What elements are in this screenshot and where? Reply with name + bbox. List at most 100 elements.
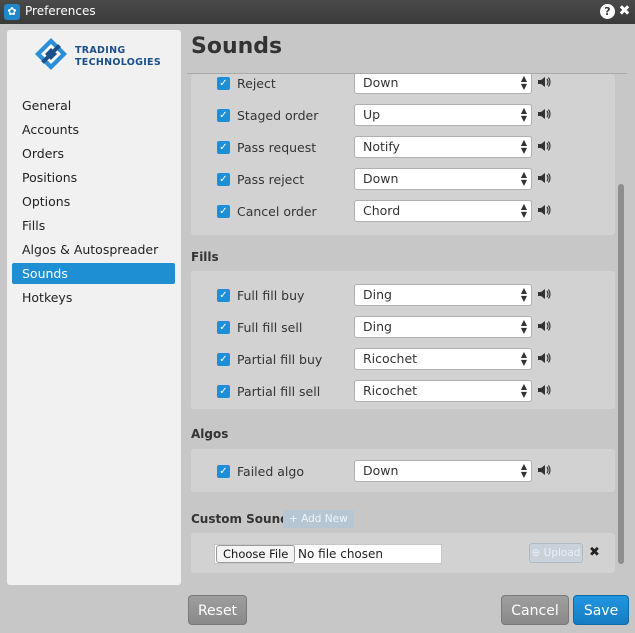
row-label: Staged order [237, 108, 319, 123]
checkbox-pass-request[interactable]: ✓ [217, 141, 230, 154]
row-label: Pass request [237, 140, 317, 155]
checkbox-full-fill-buy[interactable]: ✓ [217, 289, 230, 302]
sidebar-item-sounds[interactable]: Sounds [12, 263, 175, 284]
sound-row: ✓ Failed algo Down ▲ ▼ [191, 460, 615, 488]
title-bar: ✿ Preferences ? ✖ [0, 0, 635, 24]
help-icon[interactable]: ? [600, 4, 615, 19]
logo-mark-icon [35, 38, 67, 70]
sound-row: ✓ Staged order Up ▲ ▼ [191, 104, 615, 132]
row-label: Pass reject [237, 172, 305, 187]
reset-button[interactable]: Reset [188, 595, 247, 625]
sound-select-partial-fill-sell[interactable]: Ricochet ▲ ▼ [354, 380, 532, 402]
section-heading-fills: Fills [191, 250, 219, 264]
sound-select-full-fill-buy[interactable]: Ding ▲ ▼ [354, 284, 532, 306]
sound-select-full-fill-sell[interactable]: Ding ▲ ▼ [354, 316, 532, 338]
logo-line2: TECHNOLOGIES [75, 57, 161, 68]
sound-select-cancel-order[interactable]: Chord ▲ ▼ [354, 200, 532, 222]
preferences-window: ✿ Preferences ? ✖ TRADING TECHNOLOGIES G… [0, 0, 635, 633]
sound-row: ✓ Pass request Notify ▲ ▼ [191, 136, 615, 164]
speaker-icon[interactable] [537, 171, 551, 185]
cancel-button[interactable]: Cancel [501, 595, 569, 625]
sidebar-item-algos-autospreader[interactable]: Algos & Autospreader [12, 239, 175, 260]
checkbox-partial-fill-buy[interactable]: ✓ [217, 353, 230, 366]
choose-file-button[interactable]: Choose File [216, 545, 296, 563]
trading-technologies-logo: TRADING TECHNOLOGIES [33, 36, 163, 72]
orders-sound-group: ✓ Reject Down ▲ ▼ ✓ Staged order Up ▲ ▼ ✓ Pa… [191, 74, 615, 235]
checkbox-full-fill-sell[interactable]: ✓ [217, 321, 230, 334]
sound-select-staged-order[interactable]: Up ▲ ▼ [354, 104, 532, 126]
section-heading-custom-sounds: Custom Sounds [191, 512, 296, 526]
save-button[interactable]: Save [573, 595, 629, 625]
select-arrows-icon: ▲ ▼ [520, 286, 527, 303]
fills-sound-group: ✓ Full fill buy Ding ▲ ▼ ✓ Full fill sell … [191, 271, 615, 409]
speaker-icon[interactable] [537, 203, 551, 217]
checkbox-failed-algo[interactable]: ✓ [217, 465, 230, 478]
sidebar-item-accounts[interactable]: Accounts [12, 119, 175, 140]
algos-sound-group: ✓ Failed algo Down ▲ ▼ [191, 449, 615, 492]
scrollbar-thumb[interactable] [618, 184, 624, 564]
row-label: Full fill sell [237, 320, 303, 335]
sounds-scroll-area[interactable]: ✓ Reject Down ▲ ▼ ✓ Staged order Up ▲ ▼ ✓ Pa… [187, 73, 627, 596]
speaker-icon[interactable] [537, 107, 551, 121]
sound-row: ✓ Pass reject Down ▲ ▼ [191, 168, 615, 196]
close-icon[interactable]: ✖ [617, 4, 632, 19]
sound-select-pass-reject[interactable]: Down ▲ ▼ [354, 168, 532, 190]
select-arrows-icon: ▲ ▼ [520, 318, 527, 335]
logo-line1: TRADING [75, 45, 126, 56]
speaker-icon[interactable] [537, 463, 551, 477]
speaker-icon[interactable] [537, 351, 551, 365]
checkbox-cancel-order[interactable]: ✓ [217, 205, 230, 218]
row-label: Failed algo [237, 464, 304, 479]
checkbox-partial-fill-sell[interactable]: ✓ [217, 385, 230, 398]
select-value: Ding [363, 287, 392, 302]
sidebar-item-options[interactable]: Options [12, 191, 175, 212]
sound-select-reject[interactable]: Down ▲ ▼ [354, 74, 532, 94]
sidebar-item-general[interactable]: General [12, 95, 175, 116]
checkbox-reject[interactable]: ✓ [217, 77, 230, 90]
sidebar-item-positions[interactable]: Positions [12, 167, 175, 188]
file-input[interactable]: Choose File No file chosen [214, 544, 442, 564]
select-arrows-icon: ▲ ▼ [520, 202, 527, 219]
window-title: Preferences [25, 4, 96, 18]
speaker-icon[interactable] [537, 319, 551, 333]
speaker-icon[interactable] [537, 139, 551, 153]
checkbox-pass-reject[interactable]: ✓ [217, 173, 230, 186]
select-value: Down [363, 75, 399, 90]
checkbox-staged-order[interactable]: ✓ [217, 109, 230, 122]
main-panel: Sounds ✓ Reject Down ▲ ▼ ✓ Staged order Up… [187, 30, 629, 596]
select-value: Ding [363, 319, 392, 334]
sound-row: ✓ Cancel order Chord ▲ ▼ [191, 200, 615, 228]
sidebar-item-fills[interactable]: Fills [12, 215, 175, 236]
select-arrows-icon: ▲ ▼ [520, 138, 527, 155]
sidebar: TRADING TECHNOLOGIES General Accounts Or… [7, 30, 181, 585]
sound-select-failed-algo[interactable]: Down ▲ ▼ [354, 460, 532, 482]
select-arrows-icon: ▲ ▼ [520, 462, 527, 479]
sound-row: ✓ Partial fill sell Ricochet ▲ ▼ [191, 380, 615, 408]
select-value: Down [363, 463, 399, 478]
row-label: Cancel order [237, 204, 317, 219]
select-arrows-icon: ▲ ▼ [520, 350, 527, 367]
row-label: Full fill buy [237, 288, 305, 303]
select-arrows-icon: ▲ ▼ [520, 106, 527, 123]
sound-row: ✓ Reject Down ▲ ▼ [191, 74, 615, 100]
select-arrows-icon: ▲ ▼ [520, 170, 527, 187]
sound-select-partial-fill-buy[interactable]: Ricochet ▲ ▼ [354, 348, 532, 370]
speaker-icon[interactable] [537, 287, 551, 301]
select-arrows-icon: ▲ ▼ [520, 74, 527, 91]
custom-sounds-header: Custom Sounds + Add New [187, 510, 607, 530]
select-value: Notify [363, 139, 400, 154]
custom-sound-row: Choose File No file chosen ⊕ Upload ✖ [191, 533, 615, 573]
remove-icon[interactable]: ✖ [589, 545, 600, 560]
upload-button[interactable]: ⊕ Upload [529, 543, 583, 563]
speaker-icon[interactable] [537, 75, 551, 89]
logo-text: TRADING TECHNOLOGIES [75, 45, 161, 69]
sidebar-item-orders[interactable]: Orders [12, 143, 175, 164]
footer-bar: Reset Cancel Save [0, 585, 635, 633]
select-value: Ricochet [363, 351, 418, 366]
sound-row: ✓ Full fill buy Ding ▲ ▼ [191, 284, 615, 312]
speaker-icon[interactable] [537, 383, 551, 397]
sound-row: ✓ Partial fill buy Ricochet ▲ ▼ [191, 348, 615, 376]
add-new-button[interactable]: + Add New [283, 510, 354, 528]
sound-select-pass-request[interactable]: Notify ▲ ▼ [354, 136, 532, 158]
sidebar-item-hotkeys[interactable]: Hotkeys [12, 287, 175, 308]
